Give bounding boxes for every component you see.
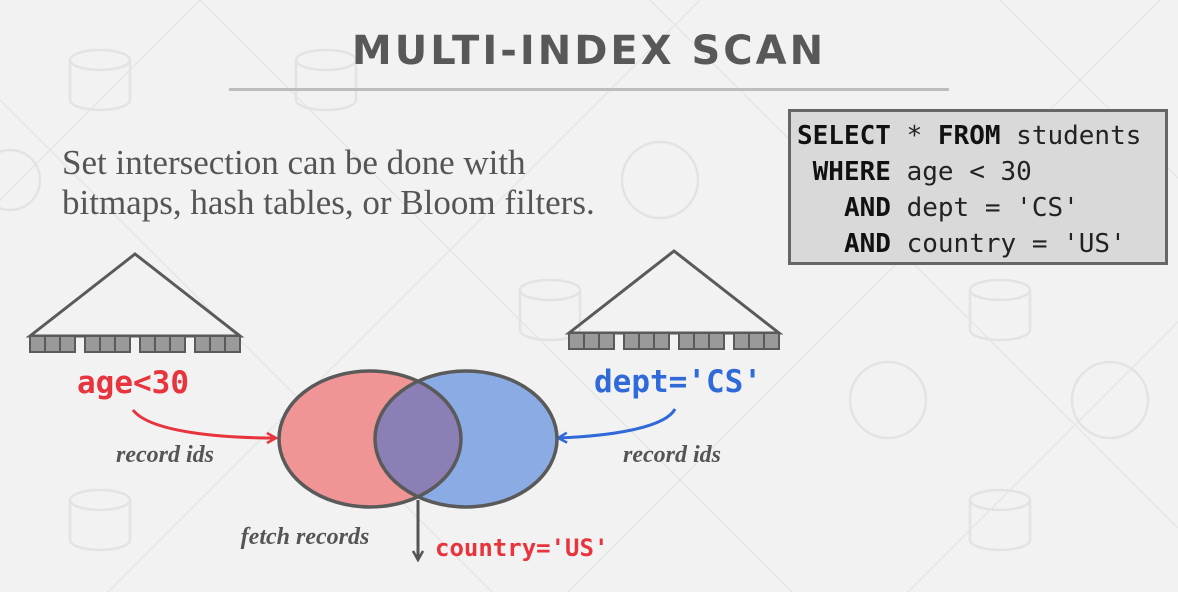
- left-record-ids-arrow: [131, 408, 276, 438]
- right-record-ids-arrow: [558, 408, 677, 438]
- left-edge-label: record ids: [116, 442, 214, 468]
- leaf-slot: [693, 332, 710, 350]
- leaf-slot: [733, 332, 750, 350]
- country-filter-label: country='US': [435, 534, 608, 562]
- leaf-slot: [114, 335, 131, 353]
- tree-triangle: [25, 252, 245, 338]
- right-edge-label: record ids: [623, 442, 721, 468]
- leaf-slot: [194, 335, 211, 353]
- leaf-slot: [598, 332, 615, 350]
- leaf-slot: [224, 335, 241, 353]
- left-index-label: age<30: [77, 365, 189, 401]
- leaf-slot: [678, 332, 695, 350]
- multi-index-diagram: age<30 dept='CS' record ids record ids f…: [25, 249, 784, 562]
- right-index-label: dept='CS': [594, 364, 762, 400]
- leaf-slot: [653, 332, 670, 350]
- leaf-slot: [44, 335, 61, 353]
- left-index-tree: [25, 252, 245, 353]
- venn-diagram: [277, 369, 559, 509]
- leaf-slot: [84, 335, 101, 353]
- leaf-slot: [99, 335, 116, 353]
- leaf-slot: [583, 332, 600, 350]
- leaf-slot: [209, 335, 226, 353]
- leaf-slot: [154, 335, 171, 353]
- leaf-slot: [708, 332, 725, 350]
- leaf-slot: [169, 335, 186, 353]
- leaf-slot: [29, 335, 46, 353]
- right-index-tree: [564, 249, 784, 350]
- leaf-slot: [623, 332, 640, 350]
- fetch-records-label: fetch records: [241, 524, 370, 550]
- leaf-slot: [139, 335, 156, 353]
- leaf-slot: [638, 332, 655, 350]
- leaf-slot: [59, 335, 76, 353]
- leaf-slot: [568, 332, 585, 350]
- tree-triangle: [564, 249, 784, 335]
- leaf-slot: [748, 332, 765, 350]
- leaf-slot: [763, 332, 780, 350]
